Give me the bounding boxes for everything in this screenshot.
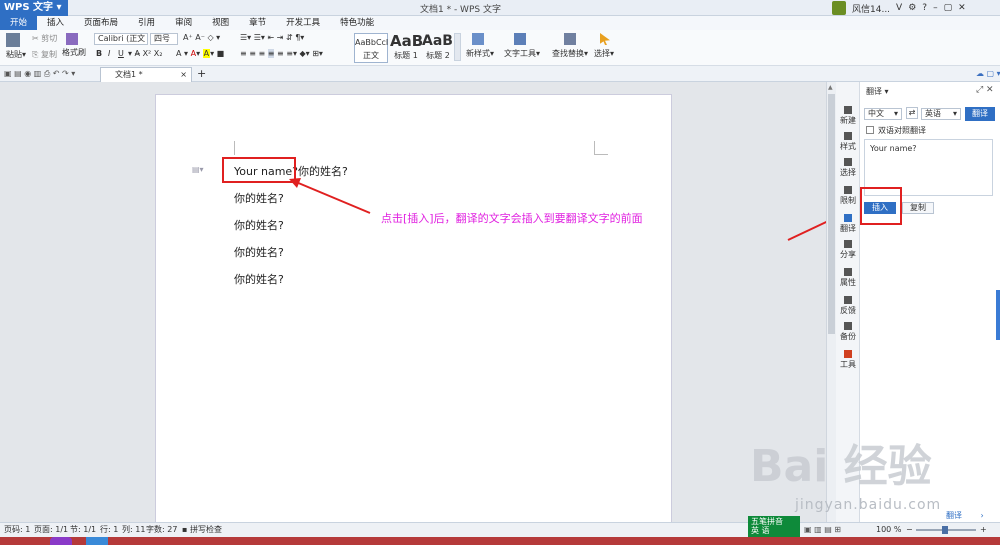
panel-header-icons[interactable]: ⤢ ✕ bbox=[976, 85, 994, 95]
status-bar: 页码: 1 页面: 1/1 节: 1/1 行: 1 列: 11 字数: 27 ▪… bbox=[0, 522, 1000, 537]
panel-footer-label: 翻译 bbox=[946, 511, 962, 520]
sidebar-item-select[interactable]: 选择 bbox=[836, 158, 860, 178]
properties-icon bbox=[844, 268, 852, 276]
annotation-text: 点击[插入]后，翻译的文字会插入到要翻译文字的前面 bbox=[381, 212, 643, 225]
sidebar-label-select: 选择 bbox=[840, 168, 856, 177]
lock-icon bbox=[844, 186, 852, 194]
zoom-slider-handle[interactable] bbox=[942, 526, 948, 534]
status-section: 节: 1/1 bbox=[70, 525, 97, 534]
panel-title: 翻译 ▾ bbox=[866, 87, 889, 96]
sidebar-item-backup[interactable]: 备份 bbox=[836, 322, 860, 342]
scroll-up-icon[interactable]: ▲ bbox=[828, 84, 833, 91]
status-row: 行: 1 bbox=[100, 525, 119, 534]
panel-title-text: 翻译 bbox=[866, 87, 882, 96]
os-taskbar bbox=[0, 537, 1000, 545]
sidebar-item-style[interactable]: 样式 bbox=[836, 132, 860, 152]
taskbar-app-icon-2[interactable] bbox=[86, 537, 108, 545]
sidebar-label-feedback: 反馈 bbox=[840, 306, 856, 315]
share-icon bbox=[844, 240, 852, 248]
sidebar-item-tools[interactable]: 工具 bbox=[836, 350, 860, 370]
sidebar-label-new: 新建 bbox=[840, 116, 856, 125]
ime-toolbar[interactable]: 五笔拼音 英 语 bbox=[748, 516, 800, 537]
translate-icon bbox=[844, 214, 852, 222]
backup-icon bbox=[844, 322, 852, 330]
zoom-out-icon[interactable]: − bbox=[906, 523, 913, 537]
sidebar-label-translate: 翻译 bbox=[840, 224, 856, 233]
style-icon bbox=[844, 132, 852, 140]
status-words: 字数: 27 bbox=[146, 525, 178, 534]
feedback-icon bbox=[844, 296, 852, 304]
copy-translation-button[interactable]: 复制 bbox=[902, 202, 934, 214]
ime-mode-label: 五笔拼音 bbox=[751, 517, 783, 526]
sidebar-item-translate[interactable]: 翻译 bbox=[836, 214, 860, 234]
target-language-value: 英语 bbox=[925, 109, 941, 118]
select-icon bbox=[844, 158, 852, 166]
view-mode-icons[interactable]: ▣ ▥ ▤ ⊞ bbox=[804, 523, 841, 537]
new-doc-icon bbox=[844, 106, 852, 114]
watermark-url: jingyan.baidu.com bbox=[795, 497, 942, 513]
source-language-select[interactable]: 中文 ▾ bbox=[864, 108, 902, 120]
sidebar-label-style: 样式 bbox=[840, 142, 856, 151]
panel-footer-link[interactable]: 翻译 › bbox=[946, 510, 984, 521]
ime-lang-label: 英 语 bbox=[751, 526, 770, 535]
translation-result-text: Your name? bbox=[870, 144, 917, 153]
toolbox-icon bbox=[844, 350, 852, 358]
translate-button[interactable]: 翻译 bbox=[965, 107, 995, 121]
spell-check-button[interactable]: ▪ 拼写检查 bbox=[182, 523, 222, 537]
zoom-in-icon[interactable]: + bbox=[980, 523, 987, 537]
watermark-logo: Bai 经验 bbox=[750, 441, 932, 492]
sidebar-label-share: 分享 bbox=[840, 250, 856, 259]
source-language-value: 中文 bbox=[868, 109, 884, 118]
sidebar-item-new[interactable]: 新建 bbox=[836, 106, 860, 126]
sidebar-label-tools: 工具 bbox=[840, 360, 856, 369]
status-col: 列: 11 bbox=[122, 525, 146, 534]
status-page: 页码: 1 bbox=[4, 525, 31, 534]
sidebar-item-share[interactable]: 分享 bbox=[836, 240, 860, 260]
bilingual-label: 双语对照翻译 bbox=[878, 126, 926, 135]
insert-highlight-box bbox=[860, 187, 902, 225]
sidebar-label-properties: 属性 bbox=[840, 278, 856, 287]
target-language-select[interactable]: 英语 ▾ bbox=[921, 108, 961, 120]
taskbar-app-icon[interactable] bbox=[50, 537, 72, 545]
sidebar-label-backup: 备份 bbox=[840, 332, 856, 341]
sidebar-label-restrict: 限制 bbox=[840, 196, 856, 205]
panel-edge-handle[interactable] bbox=[996, 290, 1000, 340]
swap-languages-icon[interactable]: ⇄ bbox=[906, 107, 918, 119]
scroll-thumb[interactable] bbox=[828, 94, 835, 334]
sidebar-item-restrict[interactable]: 限制 bbox=[836, 186, 860, 206]
status-pages: 页面: 1/1 bbox=[34, 525, 69, 534]
sidebar-item-properties[interactable]: 属性 bbox=[836, 268, 860, 288]
zoom-level: 100 % bbox=[876, 525, 902, 534]
spell-check-label: 拼写检查 bbox=[189, 525, 222, 534]
bilingual-checkbox[interactable] bbox=[866, 126, 874, 134]
sidebar-item-feedback[interactable]: 反馈 bbox=[836, 296, 860, 316]
